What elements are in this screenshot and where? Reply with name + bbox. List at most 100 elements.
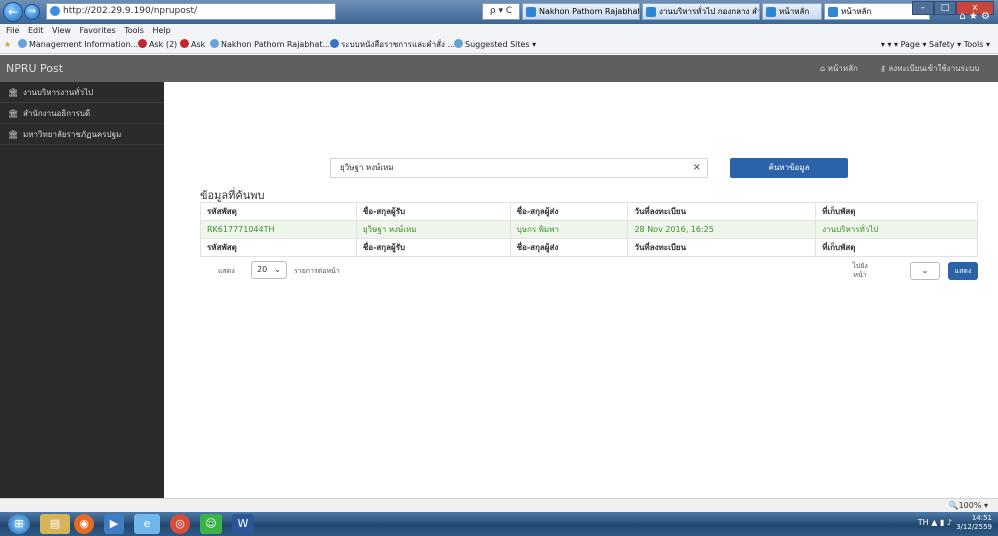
sidebar-item-general-admin[interactable]: 🏛 งานบริหารงานทั่วไป [0, 82, 164, 103]
tray-arrow-icon[interactable]: ▲ [931, 518, 937, 527]
cell-registered-date: 28 Nov 2016, 16:25 [627, 220, 817, 239]
nav-home-link[interactable]: ⌂ หน้าหลัก [820, 55, 858, 82]
sidebar-item-president-office[interactable]: 🏛 สำนักงานอธิการบดี [0, 103, 164, 124]
address-search-refresh[interactable]: ρ ▾ C [482, 3, 520, 20]
site-navbar: NPRU Post ⌂ หน้าหลัก ⚷ ลงทะเบียนเข้าใช้ง… [0, 55, 998, 82]
clear-search-icon[interactable]: × [693, 159, 701, 177]
fav-document-system[interactable]: ระบบหนังสือราชการและคำสั่ง ... [330, 37, 455, 53]
fav-nakhon-pathom[interactable]: Nakhon Pathom Rajabhat... [210, 37, 330, 53]
chevron-down-icon: ⌄ [274, 265, 281, 274]
nav-register-link[interactable]: ⚷ ลงทะเบียนเข้าใช้งานระบบ [880, 55, 979, 82]
fav-ask-2[interactable]: Ask (2) [138, 37, 177, 53]
star-icon[interactable]: ★ [969, 11, 978, 22]
menu-bar: File Edit View Favorites Tools Help [0, 24, 998, 37]
system-tray[interactable]: TH ▲ ▮ ♪ [918, 518, 952, 527]
favorites-star-icon[interactable]: ★ [4, 37, 11, 53]
internet-explorer-icon[interactable]: e [134, 514, 160, 534]
col-header-registered-date[interactable]: วันที่ลงทะเบียน [627, 202, 817, 221]
menu-view[interactable]: View [52, 26, 71, 35]
address-bar[interactable]: http://202.29.9.190/nprupost/ [46, 3, 336, 20]
home-favorites-settings[interactable]: ⌂ ★ ⚙ [959, 11, 990, 22]
firefox-icon[interactable]: ◉ [74, 514, 94, 534]
ask-icon [180, 39, 189, 48]
menu-help[interactable]: Help [152, 26, 170, 35]
address-url: http://202.29.9.190/nprupost/ [63, 6, 198, 16]
site-brand[interactable]: NPRU Post [6, 55, 63, 82]
search-field[interactable]: × [330, 158, 708, 178]
search-input[interactable] [338, 162, 668, 173]
pager-per-page-suffix: รายการต่อหน้า [294, 267, 340, 275]
volume-icon[interactable]: ♪ [947, 518, 952, 527]
fav-page-icon [210, 39, 219, 48]
browser-tab-2[interactable]: งานบริหารทั่วไป กองกลาง สำ... [642, 3, 760, 20]
minimize-button[interactable]: – [912, 1, 934, 15]
table-header-row: รหัสพัสดุ ชื่อ-สกุลผู้รับ ชื่อ-สกุลผู้ส่… [200, 202, 978, 221]
col-header-parcel-id[interactable]: รหัสพัสดุ [200, 202, 357, 221]
gear-icon[interactable]: ⚙ [981, 11, 990, 22]
tab-ie-icon [766, 7, 776, 17]
menu-file[interactable]: File [6, 26, 19, 35]
col-footer-storage: ที่เก็บพัสดุ [815, 238, 978, 257]
tab-ie-icon [526, 7, 536, 17]
fav-page-icon [330, 39, 339, 48]
home-icon: ⌂ [820, 64, 828, 73]
col-footer-parcel-id: รหัสพัสดุ [200, 238, 357, 257]
input-language[interactable]: TH [918, 518, 929, 527]
institution-icon: 🏛 [8, 88, 19, 97]
fav-suggested-sites[interactable]: Suggested Sites ▾ [454, 37, 536, 53]
browser-tab-1[interactable]: Nakhon Pathom Rajabhat... [522, 3, 640, 20]
forward-button[interactable]: → [24, 4, 40, 20]
menu-tools[interactable]: Tools [124, 26, 144, 35]
institution-icon: 🏛 [8, 109, 19, 118]
file-explorer-icon[interactable]: ▤ [40, 514, 70, 534]
col-header-storage[interactable]: ที่เก็บพัสดุ [815, 202, 978, 221]
page-favicon-icon [50, 6, 60, 16]
cell-storage: งานบริหารทั่วไป [815, 220, 978, 239]
zoom-icon: 🔍 [948, 501, 959, 510]
zoom-control[interactable]: 🔍100% ▾ [949, 499, 988, 512]
col-footer-recipient: ชื่อ-สกุลผู้รับ [355, 238, 511, 257]
taskbar-clock[interactable]: 14:51 3/12/2559 [956, 514, 992, 532]
forward-arrow-icon: → [27, 6, 37, 17]
fav-page-icon [454, 39, 463, 48]
favorites-bar: ★ Management Information... Ask (2) Ask … [0, 37, 998, 54]
cell-sender: บุษกร พิมพา [509, 220, 629, 239]
col-header-sender[interactable]: ชื่อ-สกุลผู้ส่ง [509, 202, 629, 221]
chrome-icon[interactable]: ◎ [170, 514, 190, 534]
goto-page-select[interactable]: ⌄ [910, 262, 940, 280]
start-button[interactable]: ⊞ [8, 514, 30, 534]
col-footer-registered-date: วันที่ลงทะเบียน [627, 238, 817, 257]
browser-tab-3[interactable]: หน้าหลัก [762, 3, 822, 20]
fav-management-information[interactable]: Management Information... [18, 37, 138, 53]
browser-statusbar: 🔍100% ▾ [0, 498, 998, 512]
maximize-button[interactable]: □ [934, 1, 956, 15]
cell-parcel-id: RK617771044TH [200, 220, 357, 239]
institution-icon: 🏛 [8, 130, 19, 139]
fav-ask[interactable]: Ask [180, 37, 205, 53]
search-button[interactable]: ค้นหาข้อมูล [730, 158, 848, 178]
per-page-select[interactable]: 20 ⌄ [251, 261, 287, 279]
word-icon[interactable]: W [232, 514, 254, 534]
goto-page-label: ไปยังหน้า [852, 262, 868, 279]
table-footer-row: รหัสพัสดุ ชื่อ-สกุลผู้รับ ชื่อ-สกุลผู้ส่… [200, 238, 978, 257]
media-icon[interactable]: ▶ [104, 514, 124, 534]
col-header-recipient[interactable]: ชื่อ-สกุลผู้รับ [355, 202, 511, 221]
table-row[interactable]: RK617771044TH ยุวิษฐา หงษ์เหม บุษกร พิมพ… [200, 220, 978, 239]
network-icon[interactable]: ▮ [940, 518, 944, 527]
tab-ie-icon [646, 7, 656, 17]
main-content: × ค้นหาข้อมูล ข้อมูลที่ค้นพบ รหัสพัสดุ ช… [164, 82, 998, 498]
windows-taskbar: ⊞ ▤ ◉ ▶ e ◎ ☺ W TH ▲ ▮ ♪ 14:51 3/12/2559 [0, 512, 998, 536]
fav-page-icon [18, 39, 27, 48]
menu-favorites[interactable]: Favorites [80, 26, 116, 35]
line-icon[interactable]: ☺ [200, 514, 222, 534]
clock-time: 14:51 [971, 514, 992, 522]
home-icon[interactable]: ⌂ [959, 11, 965, 22]
menu-edit[interactable]: Edit [28, 26, 44, 35]
back-button[interactable]: ← [3, 2, 23, 22]
command-bar[interactable]: ▾ ▾ ▾ Page ▾ Safety ▾ Tools ▾ [881, 37, 990, 53]
show-page-button[interactable]: แสดง [948, 262, 978, 280]
tab-ie-icon [828, 7, 838, 17]
sidebar: 🏛 งานบริหารงานทั่วไป 🏛 สำนักงานอธิการบดี 🏛… [0, 82, 164, 498]
sidebar-item-university[interactable]: 🏛 มหาวิทยาลัยราชภัฏนครปฐม [0, 124, 164, 145]
results-table: รหัสพัสดุ ชื่อ-สกุลผู้รับ ชื่อ-สกุลผู้ส่… [200, 202, 978, 257]
